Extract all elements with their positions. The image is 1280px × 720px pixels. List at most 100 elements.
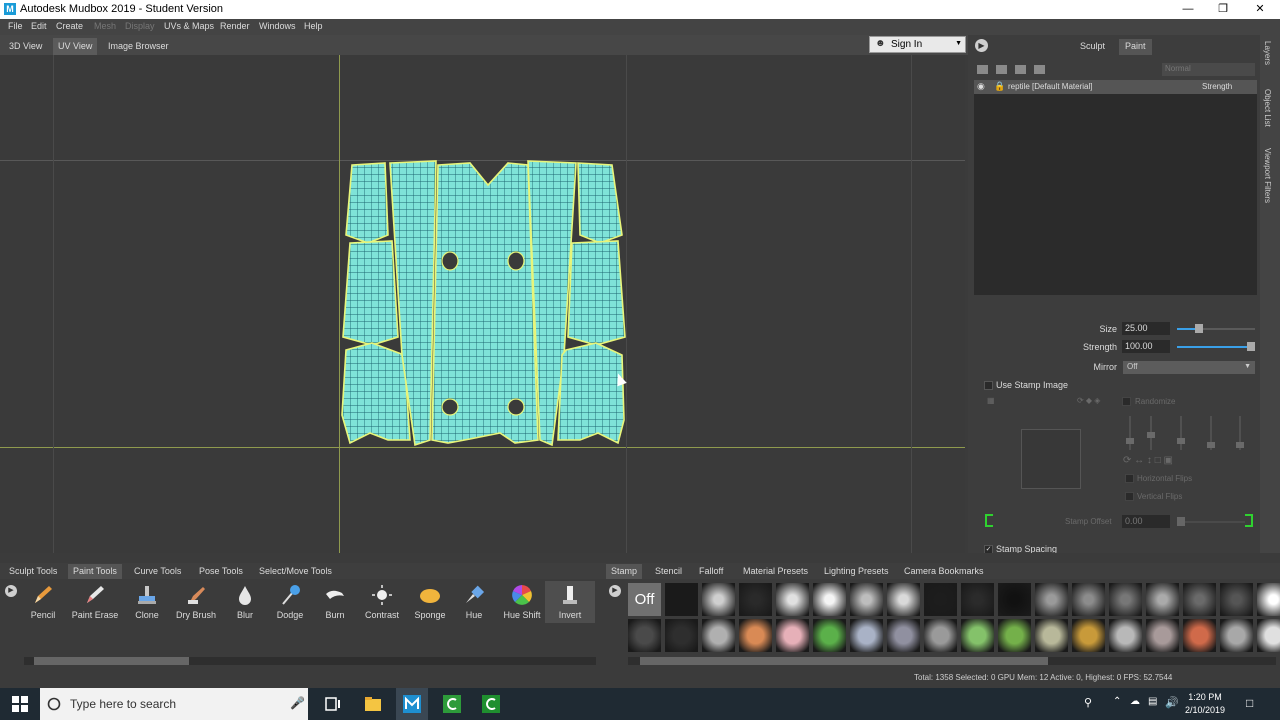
stamp-thumbnail[interactable] bbox=[665, 619, 698, 652]
menu-help[interactable]: Help bbox=[304, 21, 323, 31]
use-stamp-image-checkbox[interactable] bbox=[984, 381, 993, 390]
camtasia-recorder-icon[interactable] bbox=[481, 694, 501, 714]
taskbar-clock[interactable]: 1:20 PM 2/10/2019 bbox=[1185, 691, 1225, 717]
menu-mesh[interactable]: Mesh bbox=[94, 21, 116, 31]
stamp-thumbnail[interactable] bbox=[1109, 583, 1142, 616]
stamp-thumbnail[interactable] bbox=[1183, 583, 1216, 616]
notifications-icon[interactable]: □ bbox=[1246, 696, 1253, 710]
lock-icon[interactable]: 🔒 bbox=[994, 81, 1005, 92]
stamp-thumbnail[interactable] bbox=[1109, 619, 1142, 652]
camtasia-app-icon[interactable] bbox=[442, 694, 462, 714]
cloud-icon[interactable]: ☁ bbox=[1130, 696, 1140, 707]
close-button[interactable]: ✕ bbox=[1242, 0, 1278, 19]
arrow-right-icon[interactable]: ▶ bbox=[5, 585, 17, 597]
stamp-thumbnail[interactable] bbox=[850, 619, 883, 652]
tab-lighting-presets[interactable]: Lighting Presets bbox=[819, 564, 894, 579]
side-tab-object-list[interactable]: Object List bbox=[1263, 89, 1272, 127]
tab-image-browser[interactable]: Image Browser bbox=[103, 38, 174, 55]
menu-display[interactable]: Display bbox=[125, 21, 155, 31]
arrow-right-icon[interactable]: ▶ bbox=[609, 585, 621, 597]
menu-create[interactable]: Create bbox=[56, 21, 83, 31]
tab-select-move-tools[interactable]: Select/Move Tools bbox=[254, 564, 337, 579]
menu-edit[interactable]: Edit bbox=[31, 21, 47, 31]
uv-viewport[interactable] bbox=[0, 55, 965, 553]
mirror-select[interactable]: Off ▼ bbox=[1123, 361, 1255, 374]
tab-paint[interactable]: Paint bbox=[1119, 39, 1152, 55]
tab-material-presets[interactable]: Material Presets bbox=[738, 564, 813, 579]
stamp-thumbnail[interactable] bbox=[1072, 583, 1105, 616]
stamp-thumbnail[interactable] bbox=[850, 583, 883, 616]
volume-icon[interactable]: 🔊 bbox=[1165, 696, 1179, 709]
stamp-image-preview[interactable] bbox=[1021, 429, 1081, 489]
tool-paint-erase[interactable]: Paint Erase bbox=[70, 581, 120, 623]
stamp-thumbnail[interactable] bbox=[1257, 619, 1280, 652]
tab-uv-view[interactable]: UV View bbox=[53, 38, 98, 55]
menu-file[interactable]: File bbox=[8, 21, 23, 31]
tool-dry-brush[interactable]: Dry Brush bbox=[171, 581, 221, 623]
tool-tray-scroll-thumb[interactable] bbox=[34, 657, 189, 665]
stamp-thumbnail[interactable] bbox=[961, 619, 994, 652]
horizontal-flips-checkbox[interactable] bbox=[1125, 474, 1134, 483]
layer-stack-icon[interactable] bbox=[977, 65, 988, 74]
stamp-thumbnail[interactable] bbox=[776, 619, 809, 652]
stamp-thumbnail[interactable] bbox=[1257, 583, 1280, 616]
microphone-icon[interactable]: 🎤 bbox=[290, 696, 305, 710]
tab-stencil[interactable]: Stencil bbox=[650, 564, 687, 579]
tool-sponge[interactable]: Sponge bbox=[405, 581, 455, 623]
network-icon[interactable]: ▤ bbox=[1148, 696, 1157, 707]
tab-camera-bookmarks[interactable]: Camera Bookmarks bbox=[899, 564, 989, 579]
size-field[interactable]: 25.00 bbox=[1122, 322, 1170, 335]
stamp-thumbnail[interactable] bbox=[702, 619, 735, 652]
side-tab-viewport-filters[interactable]: Viewport Filters bbox=[1263, 148, 1272, 203]
stamp-thumbnail[interactable] bbox=[665, 583, 698, 616]
vertical-flips-checkbox[interactable] bbox=[1125, 492, 1134, 501]
randomize-checkbox[interactable] bbox=[1122, 397, 1131, 406]
restore-button[interactable]: ❐ bbox=[1205, 0, 1241, 19]
stamp-thumbnail[interactable] bbox=[887, 583, 920, 616]
tab-falloff[interactable]: Falloff bbox=[694, 564, 728, 579]
tool-pencil[interactable]: Pencil bbox=[18, 581, 68, 623]
people-icon[interactable]: ⚲ bbox=[1084, 696, 1092, 709]
stamp-tray-scroll-thumb[interactable] bbox=[640, 657, 1048, 665]
minimize-button[interactable]: — bbox=[1170, 0, 1206, 19]
stamp-offset-field[interactable]: 0.00 bbox=[1122, 515, 1170, 528]
stamp-thumbnail[interactable] bbox=[813, 583, 846, 616]
stamp-offset-slider[interactable] bbox=[1177, 521, 1245, 523]
file-explorer-icon[interactable] bbox=[363, 694, 383, 714]
taskbar-search-input[interactable]: Type here to search bbox=[70, 697, 176, 711]
tab-3d-view[interactable]: 3D View bbox=[4, 38, 47, 55]
chevron-up-icon[interactable]: ⌃ bbox=[1113, 696, 1121, 707]
stamp-thumbnail[interactable] bbox=[924, 583, 957, 616]
rotate-icon[interactable]: ⟳ ◆ ◈ bbox=[1077, 396, 1100, 405]
task-view-icon[interactable] bbox=[323, 694, 343, 714]
stamp-thumbnail[interactable] bbox=[1146, 619, 1179, 652]
size-slider-knob[interactable] bbox=[1195, 324, 1203, 333]
stamp-thumbnail[interactable] bbox=[998, 583, 1031, 616]
blend-mode-select[interactable]: Normal bbox=[1162, 63, 1255, 76]
stamp-off[interactable]: Off bbox=[628, 583, 661, 616]
sign-in-button[interactable]: ☻ Sign In ▼ bbox=[869, 36, 966, 53]
eye-icon[interactable]: ◉ bbox=[977, 81, 985, 92]
stamp-thumbnail[interactable] bbox=[739, 583, 772, 616]
tool-invert[interactable]: Invert bbox=[545, 581, 595, 623]
side-tab-layers[interactable]: Layers bbox=[1263, 41, 1272, 65]
tool-hue-shift[interactable]: Hue Shift bbox=[497, 581, 547, 623]
menu-windows[interactable]: Windows bbox=[259, 21, 296, 31]
menu-render[interactable]: Render bbox=[220, 21, 250, 31]
tab-sculpt-tools[interactable]: Sculpt Tools bbox=[4, 564, 62, 579]
tool-blur[interactable]: Blur bbox=[220, 581, 270, 623]
stamp-thumbnail[interactable] bbox=[702, 583, 735, 616]
tool-dodge[interactable]: Dodge bbox=[265, 581, 315, 623]
stamp-thumbnail[interactable] bbox=[1146, 583, 1179, 616]
stamp-offset-knob[interactable] bbox=[1177, 517, 1185, 526]
strength-slider-knob[interactable] bbox=[1247, 342, 1255, 351]
taskbar-search[interactable]: Type here to search 🎤 bbox=[40, 688, 308, 720]
stamp-thumbnail[interactable] bbox=[1035, 583, 1068, 616]
folder-icon[interactable] bbox=[1015, 65, 1026, 74]
strength-field[interactable]: 100.00 bbox=[1122, 340, 1170, 353]
stamp-tool-icon[interactable]: ▦ bbox=[987, 396, 995, 405]
stamp-thumbnail[interactable] bbox=[813, 619, 846, 652]
trash-icon[interactable] bbox=[1034, 65, 1045, 74]
stamp-thumbnail[interactable] bbox=[1035, 619, 1068, 652]
tool-burn[interactable]: Burn bbox=[310, 581, 360, 623]
